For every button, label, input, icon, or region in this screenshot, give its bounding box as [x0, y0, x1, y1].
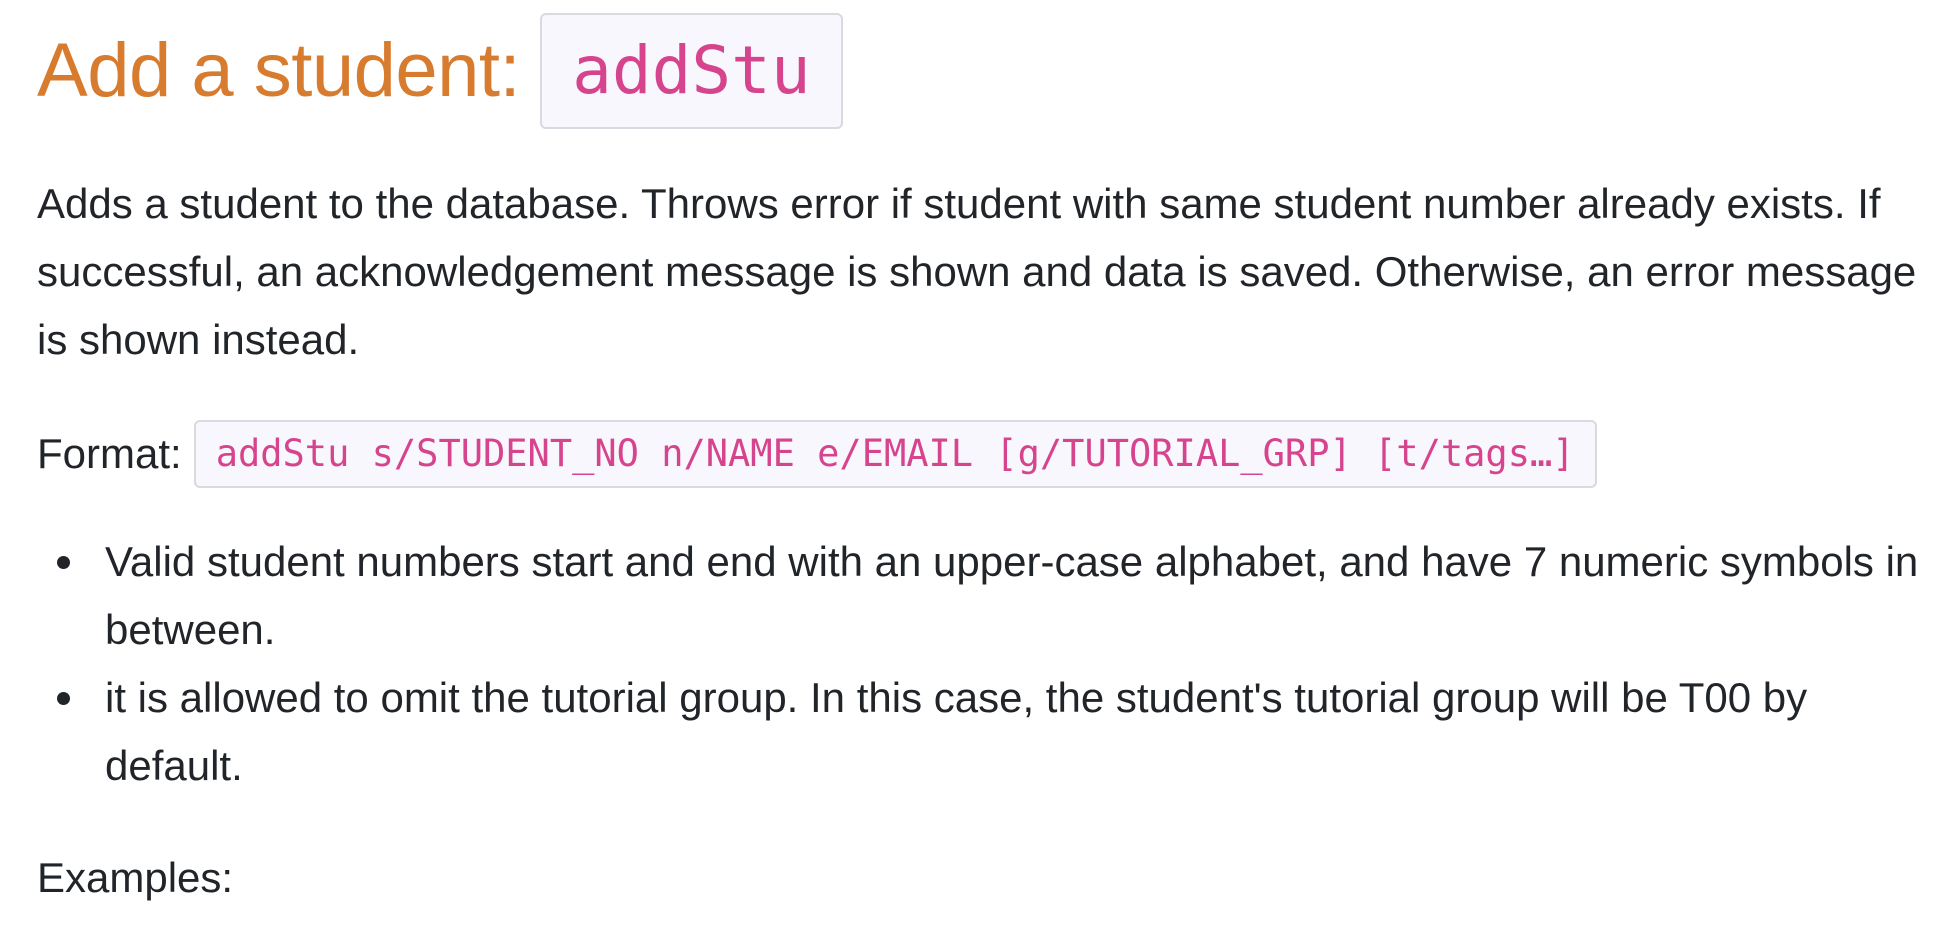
examples-label: Examples: [37, 854, 234, 901]
bullet-icon [57, 556, 70, 569]
heading-text: Add a student: [37, 28, 521, 113]
description-paragraph: Adds a student to the database. Throws e… [37, 180, 1917, 363]
format-label: Format: [37, 430, 182, 477]
note-text: it is allowed to omit the tutorial group… [105, 674, 1808, 789]
section-heading: Add a student: addStu [37, 12, 1917, 130]
bullet-icon [57, 692, 70, 705]
format-line: Format: addStu s/STUDENT_NO n/NAME e/EMA… [37, 420, 1917, 488]
list-item: it is allowed to omit the tutorial group… [37, 664, 1925, 800]
doc-section: Add a student: addStu Adds a student to … [0, 0, 1918, 912]
list-item: Valid student numbers start and end with… [37, 528, 1925, 664]
format-code: addStu s/STUDENT_NO n/NAME e/EMAIL [g/TU… [193, 420, 1597, 488]
notes-list: Valid student numbers start and end with… [37, 528, 1918, 800]
note-text: Valid student numbers start and end with… [105, 538, 1919, 653]
heading-command-code: addStu [540, 13, 843, 129]
